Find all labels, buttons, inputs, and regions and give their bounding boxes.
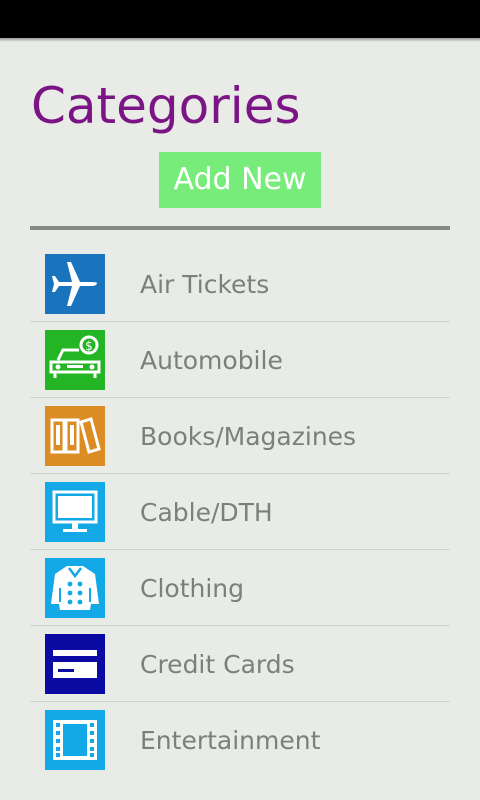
page-title: Categories (31, 77, 301, 135)
category-row-automobile[interactable]: $ Automobile (30, 322, 450, 398)
category-row-cable-dth[interactable]: Cable/DTH (30, 474, 450, 550)
category-label: Clothing (140, 574, 245, 603)
category-row-air-tickets[interactable]: Air Tickets (30, 246, 450, 322)
car-icon: $ (45, 330, 105, 390)
category-label: Credit Cards (140, 650, 295, 679)
books-icon (45, 406, 105, 466)
status-bar (0, 0, 480, 38)
monitor-icon (45, 482, 105, 542)
category-label: Books/Magazines (140, 422, 357, 451)
svg-text:$: $ (85, 339, 93, 353)
header-divider (30, 226, 450, 230)
category-label: Automobile (140, 346, 283, 375)
add-new-button[interactable]: Add New (159, 152, 321, 208)
category-list: Air Tickets $ Automobile Books/Magazines… (30, 246, 450, 778)
film-icon (45, 710, 105, 770)
category-label: Cable/DTH (140, 498, 273, 527)
category-row-credit-cards[interactable]: Credit Cards (30, 626, 450, 702)
category-row-clothing[interactable]: Clothing (30, 550, 450, 626)
jacket-icon (45, 558, 105, 618)
category-label: Air Tickets (140, 270, 270, 299)
airplane-icon (45, 254, 105, 314)
status-bar-shadow (0, 38, 480, 42)
category-row-books-magazines[interactable]: Books/Magazines (30, 398, 450, 474)
category-label: Entertainment (140, 726, 321, 755)
category-row-entertainment[interactable]: Entertainment (30, 702, 450, 778)
credit-card-icon (45, 634, 105, 694)
